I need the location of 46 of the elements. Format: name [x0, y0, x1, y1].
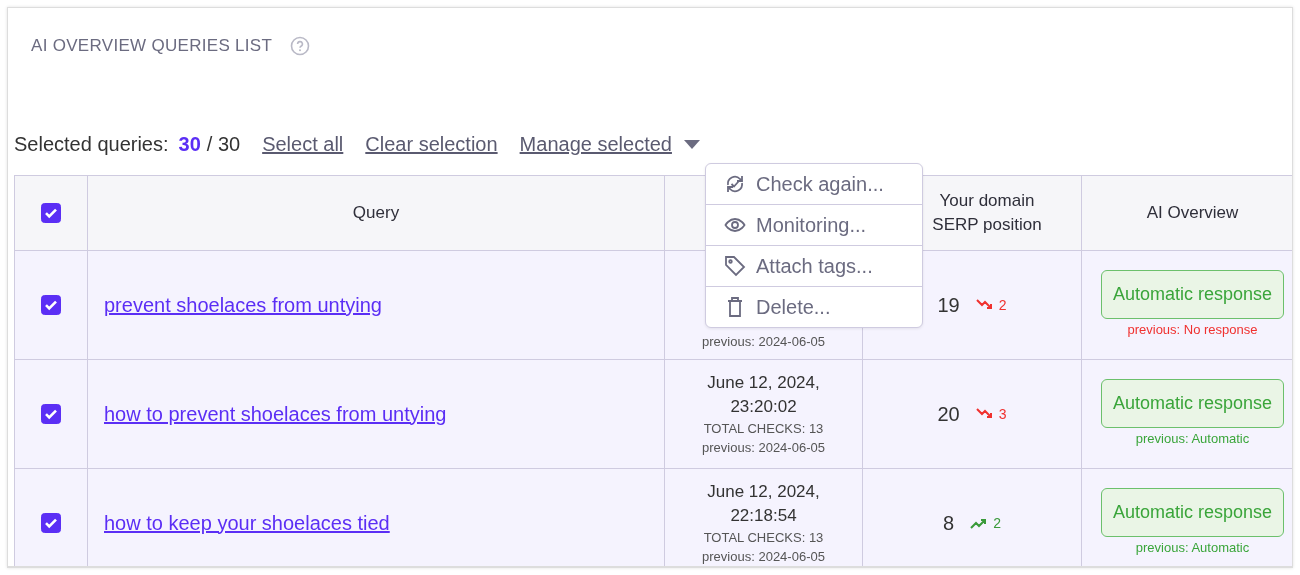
query-link[interactable]: how to prevent shoelaces from untying — [104, 402, 447, 426]
previous-response: previous: Automatic — [1135, 431, 1250, 446]
manage-selected-link[interactable]: Manage selected — [519, 132, 672, 156]
query-link[interactable]: prevent shoelaces from untying — [104, 293, 382, 317]
total-checks: TOTAL CHECKS: 13 — [703, 529, 824, 547]
column-header: SERP position — [932, 214, 1042, 236]
total-count: / 30 — [206, 132, 241, 156]
previous-date: previous: 2024-06-05 — [702, 548, 825, 566]
column-header: Query — [352, 203, 400, 223]
position-change: 2 — [993, 515, 1001, 531]
previous-response: previous: Automatic — [1135, 540, 1250, 555]
check-time: 23:20:02 — [730, 396, 797, 418]
menu-item[interactable]: Attach tags... — [706, 246, 922, 287]
query-link[interactable]: how to keep your shoelaces tied — [104, 511, 390, 535]
response-badge: Automatic response — [1100, 379, 1285, 428]
total-checks: TOTAL CHECKS: 13 — [703, 420, 824, 438]
checkbox[interactable] — [41, 513, 61, 533]
serp-position: 20 — [937, 402, 960, 426]
check-date: June 12, 2024, — [707, 372, 820, 394]
menu-item[interactable]: Monitoring... — [706, 205, 922, 246]
response-badge: Automatic response — [1100, 488, 1285, 537]
selection-link[interactable]: Clear selection — [365, 132, 498, 156]
tag-icon — [724, 255, 746, 277]
check-time: 22:18:54 — [730, 505, 797, 527]
checkbox[interactable] — [41, 404, 61, 424]
previous-date: previous: 2024-06-05 — [702, 332, 825, 351]
menu-item[interactable]: Check again... — [706, 164, 922, 205]
checkbox[interactable] — [41, 295, 61, 315]
serp-position: 8 — [943, 511, 955, 535]
check-date: June 12, 2024, — [707, 481, 820, 503]
previous-response: previous: No response — [1127, 322, 1258, 337]
checkbox[interactable] — [41, 203, 61, 223]
column-header: Your domain — [939, 190, 1035, 212]
caret-icon[interactable] — [683, 139, 700, 149]
section-title: AI OVERVIEW QUERIES LIST — [31, 36, 273, 56]
position-change: 3 — [998, 406, 1007, 422]
refresh-check-icon — [724, 173, 746, 195]
menu-item[interactable]: Delete... — [706, 287, 922, 327]
column-header: AI Overview — [1146, 203, 1239, 223]
position-change: 2 — [998, 297, 1007, 313]
previous-date: previous: 2024-06-05 — [702, 439, 825, 457]
serp-position: 19 — [937, 293, 960, 317]
selection-link[interactable]: Select all — [262, 132, 344, 156]
selected-count: 30 — [178, 132, 201, 156]
selection-label: Selected queries: — [14, 132, 169, 156]
response-badge: Automatic response — [1100, 270, 1285, 319]
